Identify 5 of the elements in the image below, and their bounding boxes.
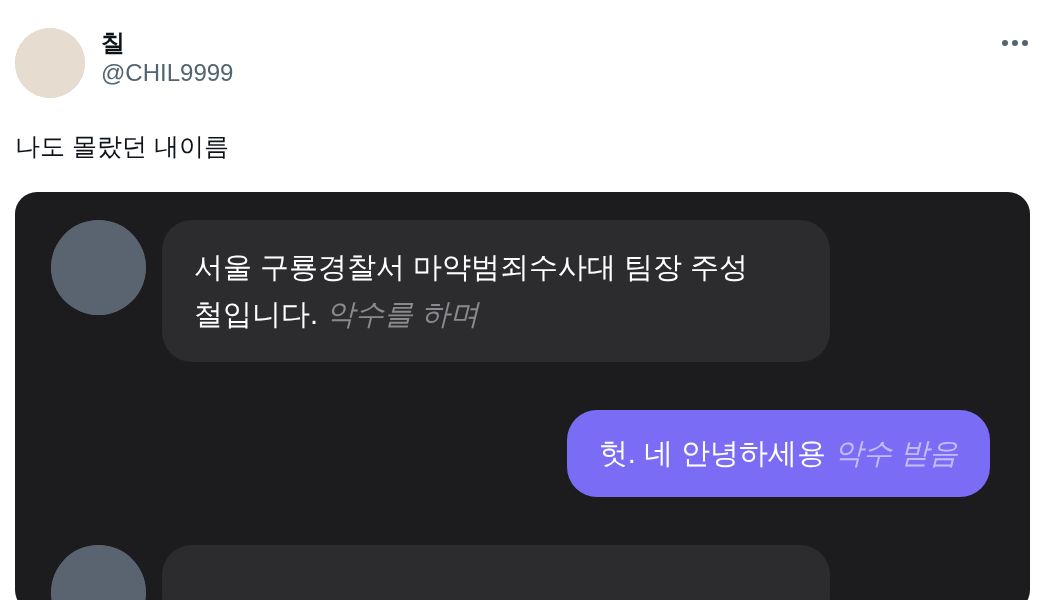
author-name[interactable]: 칠	[101, 28, 1000, 58]
message-text: 헛. 네 안녕하세용 악수 받음	[598, 435, 958, 471]
message-text: 서울 구룡경찰서 마약범죄수사대 팀장 주성철입니다. 악수를 하며	[194, 249, 750, 332]
author-handle[interactable]: @CHIL9999	[101, 58, 1000, 88]
tweet-text: 나도 몰랐던 내이름	[15, 131, 230, 162]
